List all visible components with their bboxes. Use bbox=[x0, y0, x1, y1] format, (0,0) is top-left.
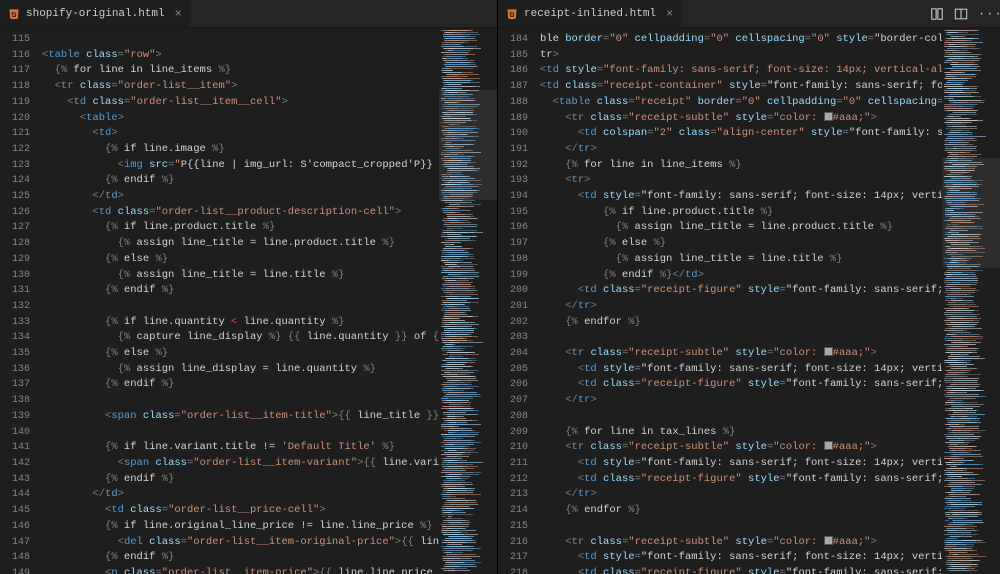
close-icon[interactable]: × bbox=[175, 7, 182, 21]
minimap-right[interactable] bbox=[942, 28, 1000, 574]
tab-bar-left: shopify-original.html × bbox=[0, 0, 497, 28]
tab-shopify-original[interactable]: shopify-original.html × bbox=[0, 0, 191, 27]
tab-actions: ··· bbox=[930, 7, 1000, 21]
diff-icon[interactable] bbox=[930, 7, 944, 21]
tab-label: shopify-original.html bbox=[26, 8, 165, 20]
split-editor-icon[interactable] bbox=[954, 7, 968, 21]
close-icon[interactable]: × bbox=[666, 7, 673, 21]
code-area-right[interactable]: ble border="0" cellpadding="0" cellspaci… bbox=[540, 28, 1000, 574]
line-gutter-left: 1151161171181191201211221231241251261271… bbox=[0, 28, 42, 574]
editor-pane-right: receipt-inlined.html × ··· 1841851861871… bbox=[498, 0, 1000, 574]
html-file-icon bbox=[506, 8, 518, 20]
tab-bar-right: receipt-inlined.html × ··· bbox=[498, 0, 1000, 28]
html-file-icon bbox=[8, 8, 20, 20]
editor-right[interactable]: 1841851861871881891901911921931941951961… bbox=[498, 28, 1000, 574]
line-gutter-right: 1841851861871881891901911921931941951961… bbox=[498, 28, 540, 574]
minimap-left[interactable] bbox=[439, 28, 497, 574]
editor-pane-left: shopify-original.html × 1151161171181191… bbox=[0, 0, 498, 574]
editor-left[interactable]: 1151161171181191201211221231241251261271… bbox=[0, 28, 497, 574]
code-area-left[interactable]: <table class="row"> {% for line in line_… bbox=[42, 28, 497, 574]
tab-label: receipt-inlined.html bbox=[524, 8, 656, 20]
more-icon[interactable]: ··· bbox=[978, 7, 992, 21]
tab-receipt-inlined[interactable]: receipt-inlined.html × bbox=[498, 0, 682, 27]
